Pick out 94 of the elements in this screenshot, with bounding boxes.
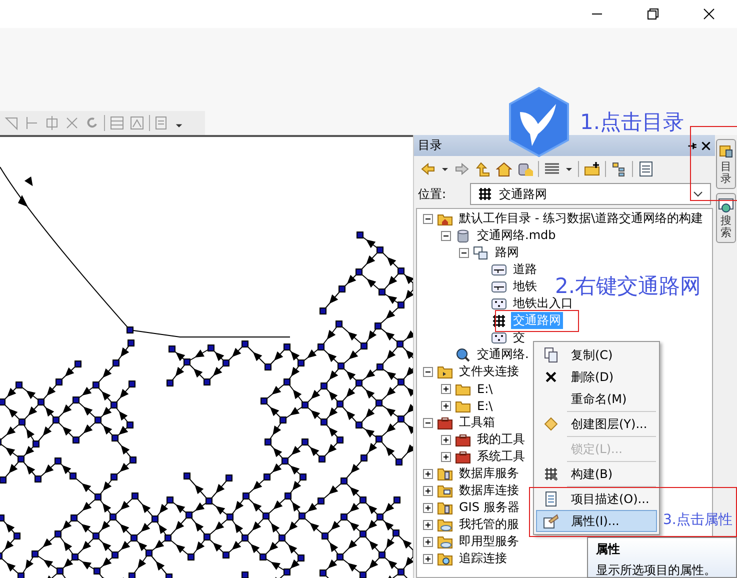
tree-item[interactable]: 我托管的服 <box>457 516 521 533</box>
location-dropdown[interactable]: 交通路网 <box>470 183 712 205</box>
collapse-toggle[interactable] <box>423 366 433 376</box>
expand-toggle[interactable] <box>441 400 451 410</box>
restore-icon <box>647 8 659 20</box>
catalog-icon <box>718 143 734 159</box>
dataset-icon <box>473 244 489 260</box>
point-feature-icon <box>491 330 507 346</box>
tree-item[interactable]: 数据库服务 <box>457 465 521 482</box>
forward-arrow-icon[interactable] <box>454 161 470 177</box>
annotation-text: 3.点击属性 <box>663 511 732 529</box>
line-feature-icon <box>491 262 507 278</box>
menu-item[interactable]: 属性(I)... <box>536 510 657 532</box>
line-feature-icon <box>491 278 507 294</box>
close-icon <box>544 370 558 384</box>
annotation-text: 1.点击目录 <box>580 109 684 136</box>
expand-toggle[interactable] <box>441 452 451 462</box>
list-icon[interactable] <box>638 161 654 177</box>
tree-item[interactable]: 即用型服务 <box>457 533 521 550</box>
menu-item[interactable]: 删除(D) <box>536 366 657 388</box>
copy-icon <box>543 347 559 363</box>
pin-icon[interactable] <box>687 140 698 150</box>
tree-item[interactable]: 我的工具 <box>475 431 527 448</box>
expand-toggle[interactable] <box>441 384 451 394</box>
tree-item[interactable]: 地铁出入口 <box>511 295 575 312</box>
tree-item[interactable]: 文件夹连接 <box>457 363 521 380</box>
up-arrow-icon[interactable] <box>475 161 491 177</box>
toolbox-icon <box>455 432 471 448</box>
tree-item[interactable]: GIS 服务器 <box>457 499 522 516</box>
menu-item[interactable]: 项目描述(O)... <box>536 485 657 510</box>
tree-view-icon[interactable] <box>611 161 627 177</box>
collapse-toggle[interactable] <box>441 230 451 240</box>
menu-item[interactable]: 创建图层(Y)... <box>536 410 657 435</box>
magnifier-globe-icon <box>455 346 471 362</box>
document-icon <box>543 491 559 507</box>
connection-folder-icon <box>437 482 453 498</box>
database-icon <box>455 228 471 244</box>
tree-item[interactable]: 追踪连接 <box>457 550 509 567</box>
grid-view-icon[interactable] <box>544 161 560 177</box>
diamond-icon <box>543 416 559 432</box>
expand-toggle[interactable] <box>423 502 433 512</box>
expand-toggle[interactable] <box>423 554 433 564</box>
toolbox-icon <box>437 414 453 430</box>
network-grid-icon <box>477 186 493 202</box>
menu-item[interactable]: 重命名(M) <box>536 388 657 410</box>
tree-item[interactable]: E:\ <box>475 382 495 396</box>
collapse-toggle[interactable] <box>459 248 469 258</box>
expand-toggle[interactable] <box>423 468 433 478</box>
menu-item[interactable]: 复制(C) <box>536 344 657 366</box>
search-window-icon <box>718 197 734 214</box>
caret-icon[interactable] <box>565 165 573 173</box>
collapse-toggle[interactable] <box>423 214 433 224</box>
cloud-folder-icon <box>437 516 453 532</box>
tree-item[interactable]: 地铁 <box>511 278 539 295</box>
folder-link-icon <box>437 364 453 380</box>
expand-toggle[interactable] <box>441 434 451 444</box>
tooltip-text: 显示所选项目的属性。 <box>596 562 717 578</box>
cloud-folder-icon <box>437 534 453 550</box>
back-arrow-icon[interactable] <box>420 161 436 177</box>
side-tab[interactable]: 搜索 <box>716 193 736 244</box>
tree-item[interactable]: 工具箱 <box>457 414 497 431</box>
network-grid-icon <box>491 312 507 328</box>
tree-item[interactable]: 交通网络. <box>475 346 531 363</box>
caret-icon[interactable] <box>441 165 449 173</box>
server-folder-icon <box>437 500 453 516</box>
tooltip-title: 属性 <box>596 541 621 558</box>
annotation-text: 2.右键交通路网 <box>555 273 702 298</box>
tree-item[interactable]: 交通网络.mdb <box>475 227 558 244</box>
close-icon[interactable] <box>701 140 712 150</box>
tree-item[interactable]: 道路 <box>511 261 539 278</box>
tree-item[interactable]: 数据库连接 <box>457 482 521 499</box>
toolbox-icon <box>455 448 471 464</box>
expand-toggle[interactable] <box>423 486 433 496</box>
side-tab[interactable]: 目录 <box>716 139 736 190</box>
tree-item[interactable]: 系统工具 <box>475 448 527 465</box>
expand-toggle[interactable] <box>423 536 433 546</box>
wrench-grid-icon <box>543 466 559 482</box>
collapse-toggle[interactable] <box>423 418 433 428</box>
database-home-icon[interactable] <box>517 161 533 177</box>
home-icon[interactable] <box>496 161 512 177</box>
menu-item[interactable]: 构建(B) <box>536 460 657 485</box>
tree-item[interactable]: 交 <box>511 329 527 346</box>
expand-toggle[interactable] <box>423 520 433 530</box>
close-icon <box>703 8 715 20</box>
properties-icon <box>543 513 559 529</box>
tree-item[interactable]: E:\ <box>475 398 495 412</box>
panel-title: 目录 <box>418 137 443 154</box>
location-label: 位置: <box>418 186 448 202</box>
point-feature-icon <box>491 296 507 312</box>
server-folder-icon <box>437 466 453 482</box>
tracking-folder-icon <box>437 550 453 566</box>
new-folder-icon[interactable] <box>584 161 600 177</box>
tree-item[interactable]: 路网 <box>493 244 521 261</box>
tree-item[interactable]: 默认工作目录 - 练习数据\道路交通网络的构建 <box>457 210 706 227</box>
